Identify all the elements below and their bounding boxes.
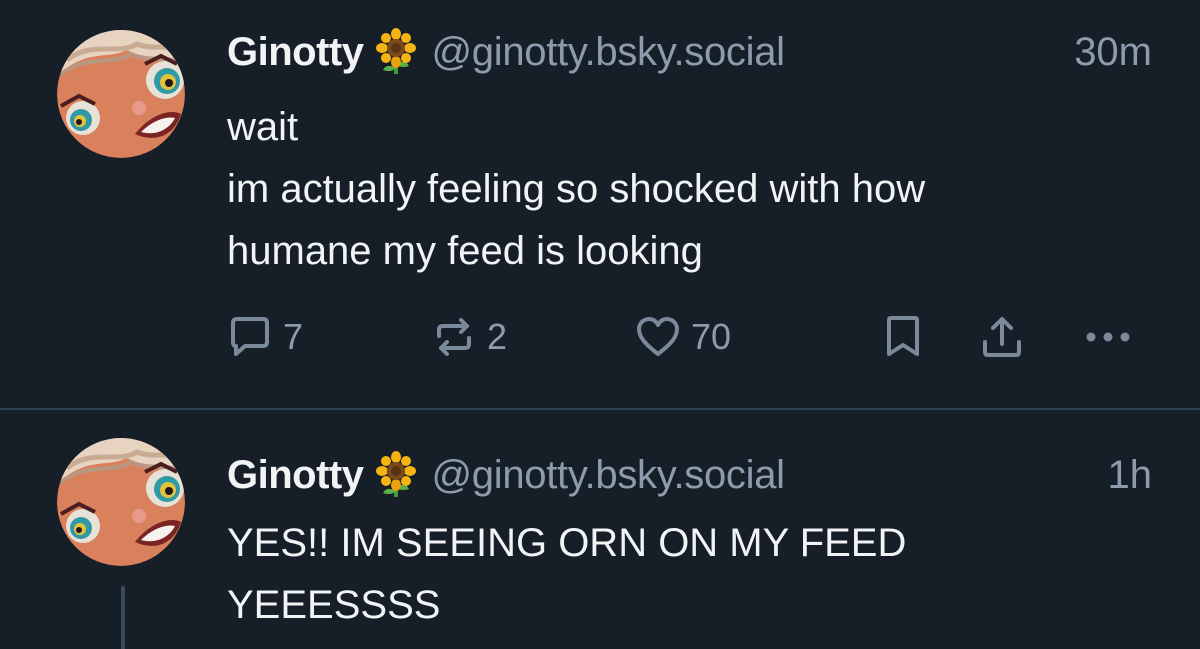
post-text-line: YES!! IM SEEING ORN ON MY FEED: [227, 521, 907, 565]
post-text-line: im actually feeling so shocked with how: [227, 167, 926, 211]
repost-count: 2: [487, 316, 508, 357]
like-count: 70: [691, 316, 732, 357]
avatar[interactable]: [57, 438, 185, 566]
post[interactable]: Ginotty: [0, 0, 1200, 410]
reply-count: 7: [283, 316, 304, 357]
timestamp[interactable]: 30m: [1074, 30, 1152, 75]
post-actions: 7 2 70: [227, 311, 1157, 363]
post-header: Ginotty: [227, 448, 1152, 502]
post-header: Ginotty: [227, 25, 1152, 79]
feed: Ginotty @ginotty.bsky.social 30m wait im…: [0, 0, 1200, 649]
sunflower-icon: [375, 28, 417, 76]
sunflower-icon: [375, 451, 417, 499]
post-text-line: humane my feed is looking: [227, 229, 703, 273]
display-name[interactable]: Ginotty: [227, 453, 364, 498]
post-text: YES!! IM SEEING ORN ON MY FEED YEEESSSS: [227, 512, 1160, 636]
like-button[interactable]: 70: [635, 311, 731, 363]
share-button[interactable]: [979, 311, 1025, 363]
share-icon: [979, 314, 1025, 360]
post-text-line: wait: [227, 105, 299, 149]
post-text: wait im actually feeling so shocked with…: [227, 96, 1160, 282]
repost-icon: [431, 314, 477, 360]
user-handle[interactable]: @ginotty.bsky.social: [431, 30, 785, 75]
reply-button[interactable]: 7: [227, 311, 303, 363]
bookmark-icon: [883, 314, 923, 360]
reply-icon: [227, 314, 273, 360]
avatar[interactable]: [57, 30, 185, 158]
thread-line: [121, 586, 125, 649]
like-heart-icon: [635, 314, 681, 360]
timestamp[interactable]: 1h: [1108, 453, 1153, 498]
repost-button[interactable]: 2: [431, 311, 507, 363]
user-handle[interactable]: @ginotty.bsky.social: [431, 453, 785, 498]
more-icon: [1083, 314, 1133, 360]
post[interactable]: Ginotty: [0, 410, 1200, 649]
more-options-button[interactable]: [1083, 311, 1133, 363]
bookmark-button[interactable]: [883, 311, 923, 363]
display-name[interactable]: Ginotty: [227, 30, 364, 75]
post-text-line: YEEESSSS: [227, 583, 441, 627]
